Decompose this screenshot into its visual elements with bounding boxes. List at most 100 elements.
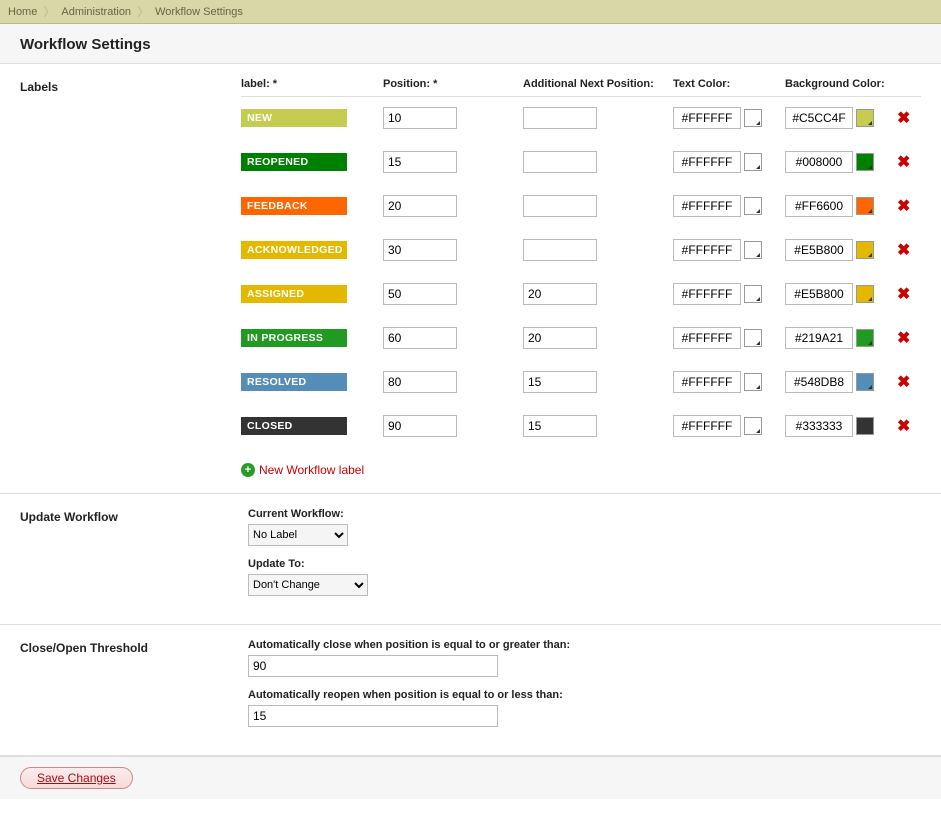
breadcrumb-home[interactable]: Home <box>8 6 37 18</box>
text-color-input[interactable] <box>673 239 741 261</box>
header-add-position: Additional Next Position: <box>523 78 673 90</box>
bg-color-swatch[interactable] <box>856 153 874 171</box>
bg-color-swatch[interactable] <box>856 241 874 259</box>
update-to-label: Update To: <box>248 558 921 570</box>
bg-color-swatch[interactable] <box>856 417 874 435</box>
label-row: ASSIGNED ✖ <box>241 283 921 305</box>
status-badge: NEW <box>241 109 347 127</box>
header-position: Position: * <box>383 78 523 90</box>
delete-icon[interactable]: ✖ <box>897 198 910 215</box>
bg-color-input[interactable] <box>785 239 853 261</box>
text-color-swatch[interactable] <box>744 109 762 127</box>
text-color-swatch[interactable] <box>744 329 762 347</box>
text-color-swatch[interactable] <box>744 197 762 215</box>
close-threshold-input[interactable] <box>248 655 498 677</box>
text-color-swatch[interactable] <box>744 153 762 171</box>
bg-color-input[interactable] <box>785 371 853 393</box>
breadcrumb: Home 〉 Administration 〉 Workflow Setting… <box>0 0 941 24</box>
text-color-input[interactable] <box>673 151 741 173</box>
text-color-swatch[interactable] <box>744 285 762 303</box>
chevron-right-icon: 〉 <box>137 3 149 20</box>
current-workflow-label: Current Workflow: <box>248 508 921 520</box>
current-workflow-select[interactable]: No Label <box>248 524 348 546</box>
position-input[interactable] <box>383 327 457 349</box>
status-badge: ACKNOWLEDGED <box>241 241 347 259</box>
status-badge: REOPENED <box>241 153 347 171</box>
additional-position-input[interactable] <box>523 107 597 129</box>
close-threshold-label: Automatically close when position is equ… <box>248 639 921 651</box>
text-color-swatch[interactable] <box>744 241 762 259</box>
bg-color-swatch[interactable] <box>856 329 874 347</box>
position-input[interactable] <box>383 371 457 393</box>
save-button[interactable]: Save Changes <box>20 767 133 789</box>
bg-color-input[interactable] <box>785 107 853 129</box>
header-text-color: Text Color: <box>673 78 785 90</box>
bg-color-input[interactable] <box>785 283 853 305</box>
delete-icon[interactable]: ✖ <box>897 286 910 303</box>
text-color-input[interactable] <box>673 283 741 305</box>
text-color-input[interactable] <box>673 195 741 217</box>
footer: Save Changes <box>0 756 941 799</box>
text-color-input[interactable] <box>673 327 741 349</box>
text-color-input[interactable] <box>673 415 741 437</box>
chevron-right-icon: 〉 <box>43 3 55 20</box>
delete-icon[interactable]: ✖ <box>897 374 910 391</box>
page-title: Workflow Settings <box>0 24 941 64</box>
position-input[interactable] <box>383 239 457 261</box>
label-row: CLOSED ✖ <box>241 415 921 437</box>
new-workflow-label-link[interactable]: + New Workflow label <box>241 463 364 477</box>
text-color-input[interactable] <box>673 371 741 393</box>
reopen-threshold-label: Automatically reopen when position is eq… <box>248 689 921 701</box>
additional-position-input[interactable] <box>523 371 597 393</box>
header-label: label: * <box>241 78 383 90</box>
label-row: NEW ✖ <box>241 107 921 129</box>
text-color-swatch[interactable] <box>744 373 762 391</box>
text-color-swatch[interactable] <box>744 417 762 435</box>
section-threshold: Close/Open Threshold Automatically close… <box>0 625 941 756</box>
label-row: REOPENED ✖ <box>241 151 921 173</box>
bg-color-input[interactable] <box>785 195 853 217</box>
additional-position-input[interactable] <box>523 283 597 305</box>
position-input[interactable] <box>383 151 457 173</box>
label-row: RESOLVED ✖ <box>241 371 921 393</box>
status-badge: CLOSED <box>241 417 347 435</box>
additional-position-input[interactable] <box>523 151 597 173</box>
text-color-input[interactable] <box>673 107 741 129</box>
delete-icon[interactable]: ✖ <box>897 418 910 435</box>
plus-icon: + <box>241 463 255 477</box>
breadcrumb-administration[interactable]: Administration <box>61 6 131 18</box>
delete-icon[interactable]: ✖ <box>897 110 910 127</box>
additional-position-input[interactable] <box>523 195 597 217</box>
position-input[interactable] <box>383 195 457 217</box>
bg-color-swatch[interactable] <box>856 285 874 303</box>
reopen-threshold-input[interactable] <box>248 705 498 727</box>
additional-position-input[interactable] <box>523 239 597 261</box>
bg-color-input[interactable] <box>785 327 853 349</box>
bg-color-input[interactable] <box>785 415 853 437</box>
bg-color-swatch[interactable] <box>856 373 874 391</box>
section-heading-threshold: Close/Open Threshold <box>20 639 248 739</box>
additional-position-input[interactable] <box>523 327 597 349</box>
position-input[interactable] <box>383 283 457 305</box>
section-update-workflow: Update Workflow Current Workflow: No Lab… <box>0 494 941 625</box>
section-heading-update: Update Workflow <box>20 508 248 608</box>
bg-color-input[interactable] <box>785 151 853 173</box>
delete-icon[interactable]: ✖ <box>897 242 910 259</box>
status-badge: RESOLVED <box>241 373 347 391</box>
position-input[interactable] <box>383 107 457 129</box>
additional-position-input[interactable] <box>523 415 597 437</box>
position-input[interactable] <box>383 415 457 437</box>
bg-color-swatch[interactable] <box>856 109 874 127</box>
bg-color-swatch[interactable] <box>856 197 874 215</box>
delete-icon[interactable]: ✖ <box>897 154 910 171</box>
new-label-text: New Workflow label <box>259 463 364 477</box>
status-badge: IN PROGRESS <box>241 329 347 347</box>
label-row: FEEDBACK✖ <box>241 195 921 217</box>
labels-table-header: label: * Position: * Additional Next Pos… <box>241 78 921 97</box>
label-row: IN PROGRESS ✖ <box>241 327 921 349</box>
label-row: ACKNOWLEDGED ✖ <box>241 239 921 261</box>
status-badge: ASSIGNED <box>241 285 347 303</box>
update-to-select[interactable]: Don't Change <box>248 574 368 596</box>
section-labels: Labels label: * Position: * Additional N… <box>0 64 941 494</box>
delete-icon[interactable]: ✖ <box>897 330 910 347</box>
